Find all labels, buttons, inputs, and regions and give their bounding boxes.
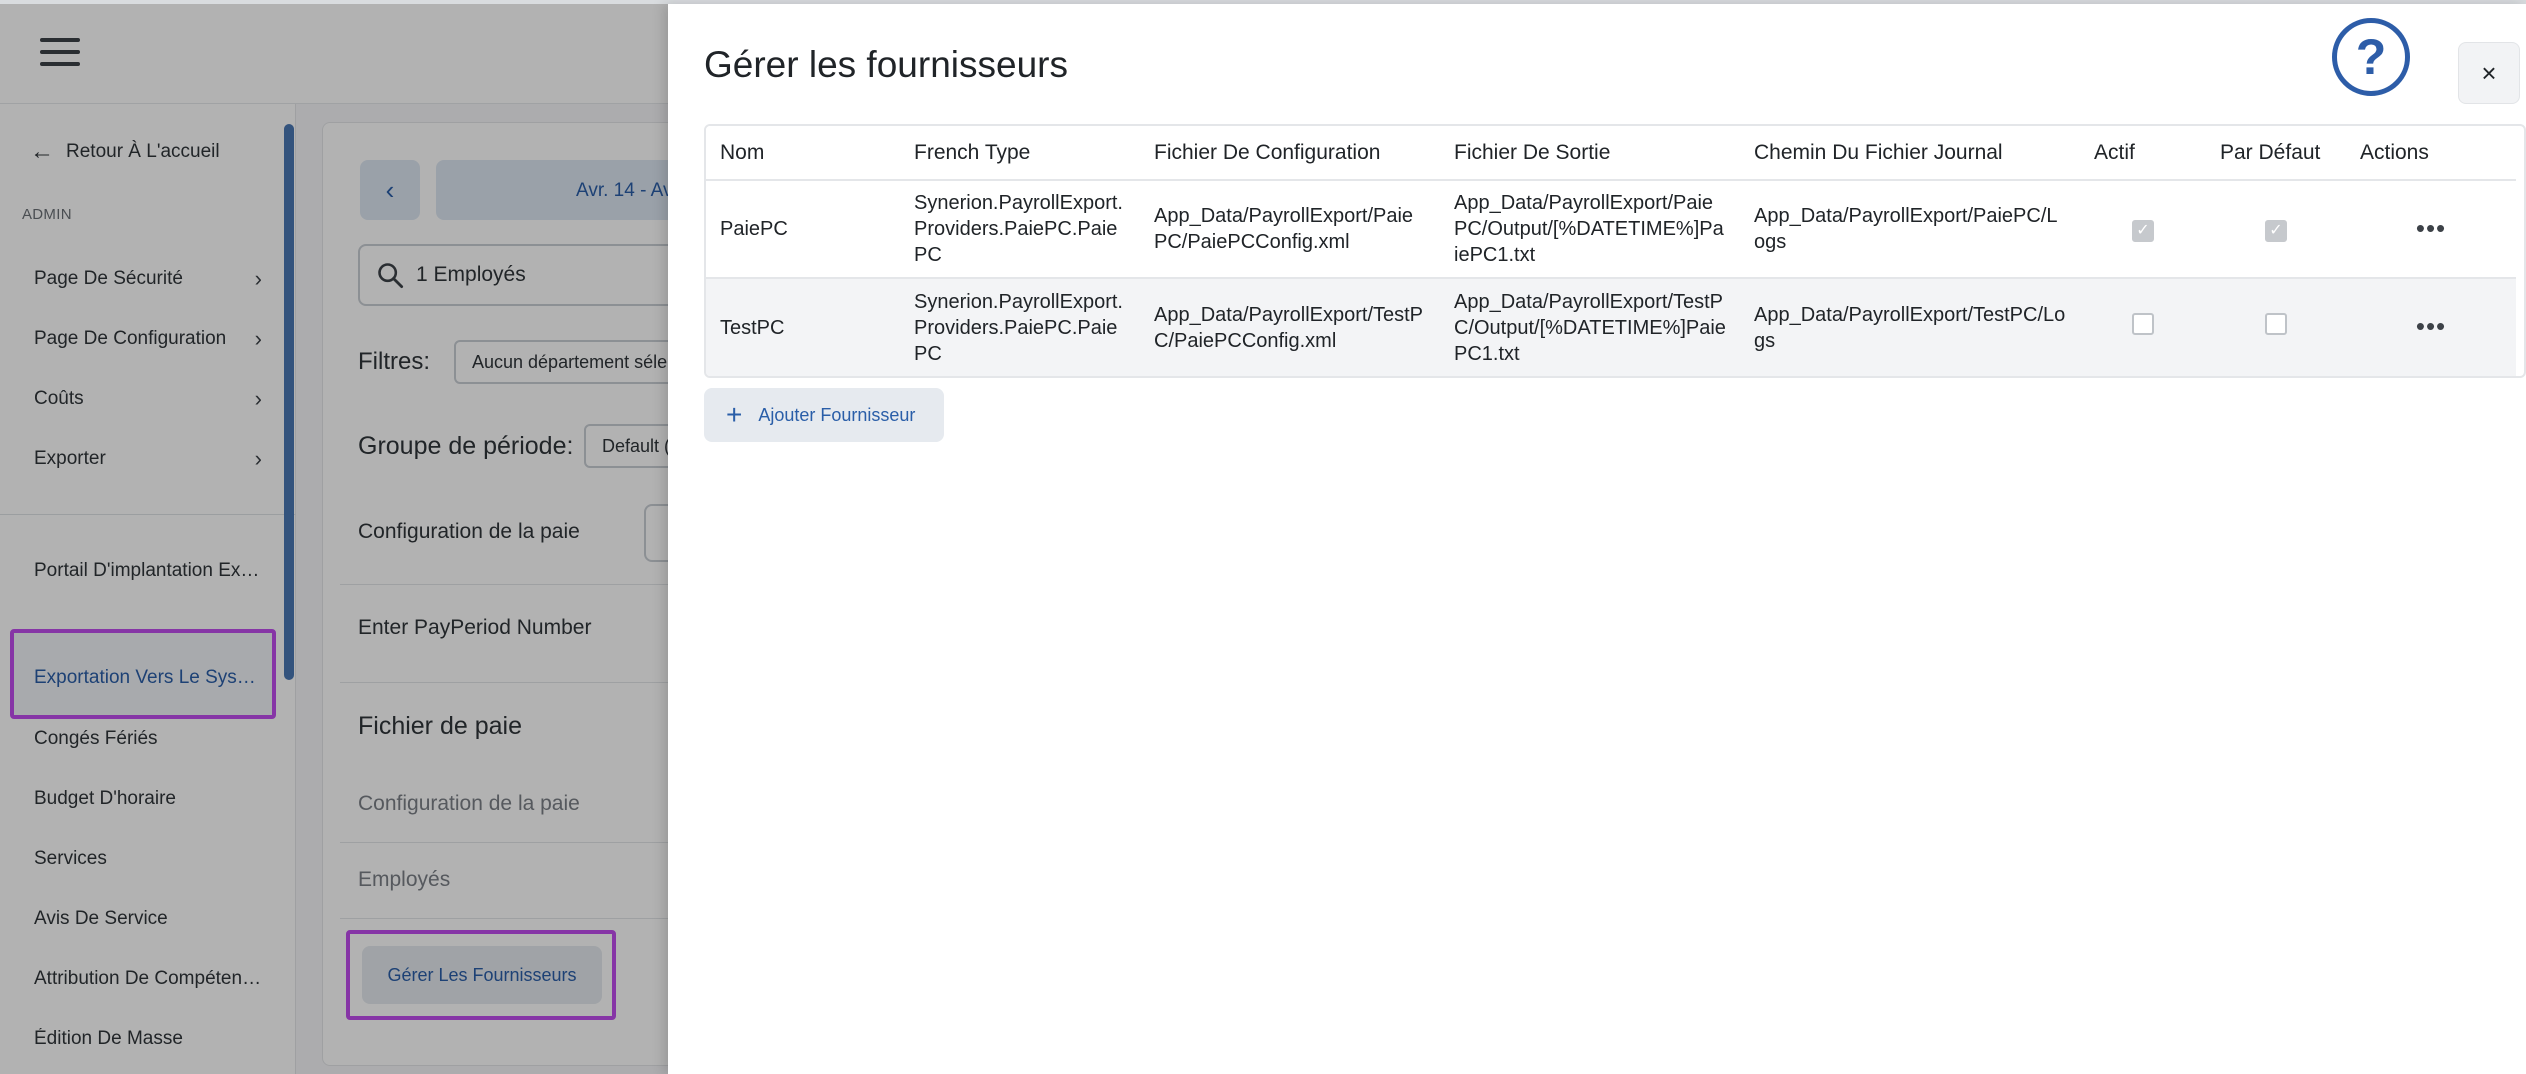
default-checkbox[interactable] — [2265, 313, 2287, 335]
cell-active — [2080, 278, 2206, 376]
active-checkbox[interactable]: ✓ — [2132, 220, 2154, 242]
column-header-active[interactable]: Actif — [2080, 126, 2206, 181]
column-header-log-path[interactable]: Chemin Du Fichier Journal — [1740, 126, 2080, 181]
cell-actions: ••• — [2346, 278, 2516, 376]
cell-default: ✓ — [2206, 180, 2346, 279]
column-header-output-file[interactable]: Fichier De Sortie — [1440, 126, 1740, 181]
more-options-icon[interactable]: ••• — [2416, 311, 2446, 341]
column-header-config-file[interactable]: Fichier De Configuration — [1140, 126, 1440, 181]
cell-type: Synerion.PayrollExport.Providers.PaiePC.… — [900, 180, 1140, 279]
column-header-name[interactable]: Nom — [706, 126, 900, 181]
modal-title: Gérer les fournisseurs — [704, 44, 1068, 85]
cell-output-file: App_Data/PayrollExport/TestPC/Output/[%D… — [1440, 278, 1740, 376]
column-header-type[interactable]: French Type — [900, 126, 1140, 181]
plus-icon: + — [726, 399, 743, 430]
table-header-row: Nom French Type Fichier De Configuration… — [706, 126, 2516, 181]
cell-config-file: App_Data/PayrollExport/TestPC/PaiePCConf… — [1140, 278, 1440, 376]
column-header-actions: Actions — [2346, 126, 2516, 181]
cell-active: ✓ — [2080, 180, 2206, 279]
more-options-icon[interactable]: ••• — [2416, 213, 2446, 243]
cell-default — [2206, 278, 2346, 376]
table-row[interactable]: TestPC Synerion.PayrollExport.Providers.… — [706, 278, 2516, 376]
cell-actions: ••• — [2346, 180, 2516, 279]
cell-name: TestPC — [706, 278, 900, 376]
add-provider-button[interactable]: + Ajouter Fournisseur — [704, 388, 944, 442]
manage-providers-modal: Gérer les fournisseurs ? × Nom French Ty… — [668, 4, 2526, 1074]
close-button[interactable]: × — [2458, 42, 2520, 104]
cell-output-file: App_Data/PayrollExport/PaiePC/Output/[%D… — [1440, 180, 1740, 279]
column-header-default[interactable]: Par Défaut — [2206, 126, 2346, 181]
close-icon: × — [2481, 57, 2497, 88]
default-checkbox[interactable]: ✓ — [2265, 220, 2287, 242]
add-provider-label: Ajouter Fournisseur — [758, 404, 916, 425]
active-checkbox[interactable] — [2132, 313, 2154, 335]
table-row[interactable]: PaiePC Synerion.PayrollExport.Providers.… — [706, 180, 2516, 279]
cell-config-file: App_Data/PayrollExport/PaiePC/PaiePCConf… — [1140, 180, 1440, 279]
cell-log-path: App_Data/PayrollExport/TestPC/Logs — [1740, 278, 2080, 376]
cell-type: Synerion.PayrollExport.Providers.PaiePC.… — [900, 278, 1140, 376]
help-icon[interactable]: ? — [2332, 18, 2410, 96]
cell-name: PaiePC — [706, 180, 900, 279]
cell-log-path: App_Data/PayrollExport/PaiePC/Logs — [1740, 180, 2080, 279]
providers-table: Nom French Type Fichier De Configuration… — [704, 124, 2526, 378]
